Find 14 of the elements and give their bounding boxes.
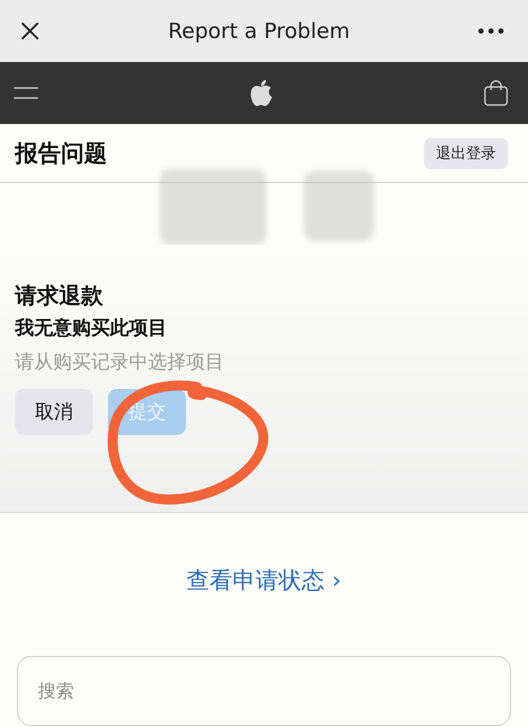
bag-icon[interactable] xyxy=(484,80,508,106)
sign-out-button[interactable]: 退出登录 xyxy=(424,138,508,168)
status-link[interactable]: 查看申请状态 › xyxy=(186,565,342,596)
search-field[interactable]: 搜索 xyxy=(17,656,511,726)
reason-text: 我无意购买此项目 xyxy=(15,316,167,341)
window-title: Report a Problem xyxy=(168,19,350,43)
menu-icon[interactable] xyxy=(14,87,38,99)
more-icon[interactable] xyxy=(478,28,504,34)
close-icon[interactable] xyxy=(20,21,40,41)
page-heading: 报告问题 xyxy=(15,140,107,168)
section-title: 请求退款 xyxy=(15,283,103,311)
cancel-button[interactable]: 取消 xyxy=(15,389,93,435)
apple-icon[interactable] xyxy=(249,79,273,107)
hint-text: 请从购买记录中选择项目 xyxy=(15,350,224,375)
